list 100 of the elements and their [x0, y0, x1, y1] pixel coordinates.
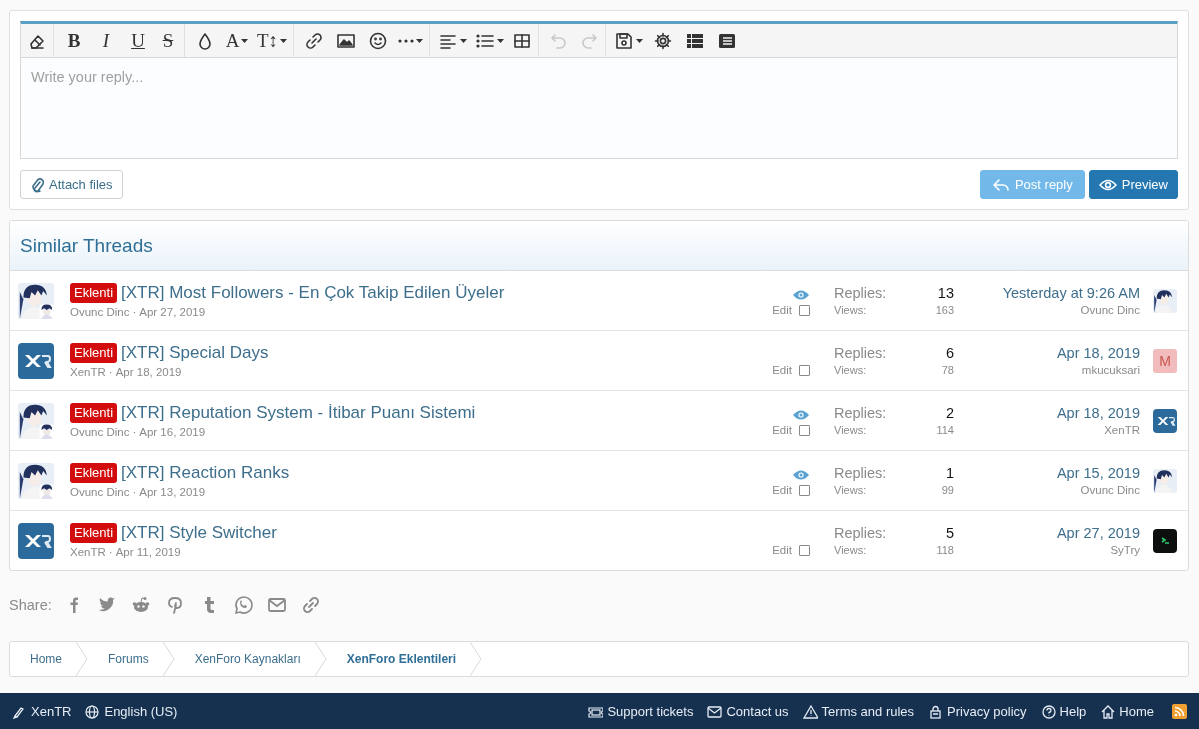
thread-date: Apr 16, 2019 — [139, 426, 206, 438]
eye-icon — [1098, 177, 1117, 192]
logo-icon — [18, 522, 54, 559]
thread-date: Apr 27, 2019 — [139, 306, 206, 318]
last-post-date[interactable]: Apr 27, 2019 — [1056, 525, 1140, 541]
toolbar-button[interactable]: A — [222, 25, 252, 56]
replies-label: Replies: — [834, 345, 887, 361]
attach-files-button[interactable]: Attach files — [20, 170, 123, 199]
views-label: Views: — [834, 484, 867, 496]
prefix-label[interactable]: Eklenti — [70, 283, 118, 303]
logo-icon — [18, 342, 54, 379]
breadcrumb-link[interactable]: Home — [10, 642, 76, 676]
thread-title-link[interactable]: [XTR] Style Switcher — [121, 523, 277, 543]
footer-link[interactable]: XenTR — [12, 703, 72, 719]
last-poster-link[interactable]: Ovunc Dinc — [1080, 484, 1140, 496]
separator-dot: · — [108, 546, 113, 558]
thread-title-link[interactable]: [XTR] Reputation System - İtibar Puanı Sistemi — [121, 403, 476, 423]
replies-label: Replies: — [834, 465, 887, 481]
last-poster-link[interactable]: SyTry — [1110, 544, 1140, 556]
replies-count: 6 — [945, 345, 954, 361]
replies-label: Replies: — [834, 525, 887, 541]
toolbar-button[interactable]: B — [59, 25, 89, 56]
footer-link[interactable]: English (US) — [85, 703, 178, 719]
select-checkbox[interactable] — [799, 364, 810, 376]
replies-label: Replies: — [834, 285, 887, 301]
prefix-label[interactable]: Eklenti — [70, 463, 118, 483]
reply-icon — [991, 176, 1010, 193]
edit-label: Edit — [772, 484, 792, 496]
phone-bubble-icon[interactable] — [232, 594, 254, 616]
paperclip-icon — [30, 176, 44, 193]
views-count: 114 — [936, 424, 954, 436]
caret-icon — [497, 38, 505, 43]
link-icon — [304, 30, 325, 51]
toolbar-button[interactable]: I — [91, 25, 121, 56]
globe-icon — [85, 703, 101, 719]
breadcrumb-link[interactable]: Forums — [88, 642, 163, 676]
separator-dot: · — [132, 426, 137, 438]
separator-dot: · — [132, 486, 137, 498]
select-checkbox[interactable] — [799, 544, 810, 556]
caret-icon — [280, 38, 288, 43]
replies-count: 2 — [945, 405, 954, 421]
prefix-label[interactable]: Eklenti — [70, 343, 118, 363]
separator-dot: · — [132, 306, 137, 318]
footer-link[interactable]: Privacy policy — [928, 703, 1027, 719]
thread-title-link[interactable]: [XTR] Reaction Ranks — [121, 463, 290, 483]
select-checkbox[interactable] — [799, 424, 810, 436]
section-header: Similar Threads — [10, 221, 1188, 271]
breadcrumb-link[interactable]: XenForo Kaynakları — [174, 642, 315, 676]
last-post-date[interactable]: Apr 18, 2019 — [1056, 405, 1140, 421]
author-link[interactable]: XenTR — [70, 366, 106, 378]
terminal-icon — [1153, 528, 1177, 553]
views-label: Views: — [834, 544, 867, 556]
last-poster-link[interactable]: mkucuksari — [1081, 364, 1140, 376]
last-poster-link[interactable]: Ovunc Dinc — [1080, 304, 1140, 316]
caret-icon — [241, 38, 249, 43]
thread-date: Apr 13, 2019 — [139, 486, 206, 498]
author-link[interactable]: Ovunc Dinc — [70, 306, 130, 318]
author-link[interactable]: Ovunc Dinc — [70, 486, 130, 498]
toolbar-button[interactable]: T↕ — [254, 24, 295, 57]
caret-icon — [416, 38, 424, 43]
replies-label: Replies: — [834, 405, 887, 421]
toolbar-button[interactable]: S — [155, 24, 185, 57]
preview-button[interactable]: Preview — [1088, 170, 1178, 199]
prefix-label[interactable]: Eklenti — [70, 403, 118, 423]
footer-link[interactable]: Terms and rules — [802, 703, 915, 719]
footer-link[interactable]: Home — [1100, 703, 1154, 719]
avatar-letter: M — [1153, 348, 1177, 373]
toolbar-button[interactable]: U — [123, 25, 153, 56]
footer-link[interactable]: Support tickets — [588, 703, 694, 719]
last-poster-link[interactable]: XenTR — [1104, 424, 1140, 436]
separator-dot: · — [108, 366, 113, 378]
edit-label: Edit — [772, 304, 792, 316]
last-post-date[interactable]: Apr 15, 2019 — [1056, 465, 1140, 481]
rss-icon[interactable] — [1172, 703, 1187, 719]
thread-title-link[interactable]: [XTR] Most Followers - En Çok Takip Edilen Üyeler — [121, 283, 505, 303]
author-link[interactable]: Ovunc Dinc — [70, 426, 130, 438]
replies-count: 13 — [937, 285, 954, 301]
caret-icon — [460, 38, 468, 43]
smiley-icon — [368, 30, 389, 51]
views-label: Views: — [834, 304, 867, 316]
edit-label: Edit — [772, 544, 792, 556]
select-checkbox[interactable] — [799, 484, 810, 496]
thread-title-link[interactable]: [XTR] Special Days — [121, 343, 269, 363]
views-count: 118 — [936, 544, 954, 556]
views-label: Views: — [834, 424, 867, 436]
views-count: 78 — [941, 364, 954, 376]
select-checkbox[interactable] — [799, 304, 810, 316]
reply-field[interactable]: Write your reply... — [21, 58, 1177, 158]
views-count: 99 — [941, 484, 954, 496]
footer-link[interactable]: Contact us — [707, 703, 789, 719]
share-label: Share: — [9, 597, 52, 613]
last-post-date[interactable]: Yesterday at 9:26 AM — [1002, 285, 1140, 301]
lock-icon — [928, 703, 944, 719]
help-icon — [1040, 703, 1056, 719]
author-link[interactable]: XenTR — [70, 546, 106, 558]
breadcrumb-link[interactable]: XenForo Eklentileri — [326, 642, 471, 676]
last-post-date[interactable]: Apr 18, 2019 — [1056, 345, 1140, 361]
footer-link[interactable]: Help — [1040, 703, 1087, 719]
prefix-label[interactable]: Eklenti — [70, 523, 118, 543]
mail-icon — [707, 703, 723, 719]
